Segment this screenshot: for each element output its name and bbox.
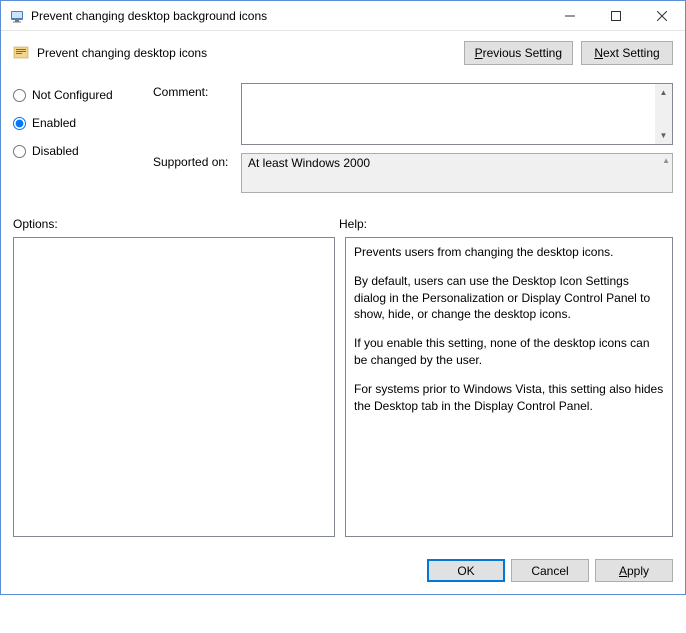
- scroll-down-icon[interactable]: ▼: [655, 127, 672, 144]
- options-label: Options:: [13, 217, 339, 231]
- help-p2: By default, users can use the Desktop Ic…: [354, 273, 664, 323]
- scroll-up-small-icon: ▲: [662, 156, 670, 165]
- maximize-button[interactable]: [593, 1, 639, 31]
- help-p4: For systems prior to Windows Vista, this…: [354, 381, 664, 415]
- radio-not-configured-input[interactable]: [13, 89, 26, 102]
- window-title: Prevent changing desktop background icon…: [31, 9, 547, 23]
- minimize-button[interactable]: [547, 1, 593, 31]
- comment-value: [242, 84, 672, 88]
- scroll-up-icon[interactable]: ▲: [655, 84, 672, 101]
- help-p3: If you enable this setting, none of the …: [354, 335, 664, 369]
- ok-button[interactable]: OK: [427, 559, 505, 582]
- help-p1: Prevents users from changing the desktop…: [354, 244, 664, 261]
- app-icon: [9, 8, 25, 24]
- radio-not-configured[interactable]: Not Configured: [13, 83, 153, 107]
- titlebar: Prevent changing desktop background icon…: [1, 1, 685, 31]
- cancel-button[interactable]: Cancel: [511, 559, 589, 582]
- footer: OK Cancel Apply: [1, 547, 685, 594]
- radio-disabled-label: Disabled: [32, 144, 79, 158]
- supported-on-box: At least Windows 2000 ▲: [241, 153, 673, 193]
- policy-title: Prevent changing desktop icons: [37, 46, 456, 60]
- radio-not-configured-label: Not Configured: [32, 88, 113, 102]
- dialog-window: Prevent changing desktop background icon…: [0, 0, 686, 595]
- supported-label: Supported on:: [153, 153, 241, 193]
- options-pane: [13, 237, 335, 537]
- next-setting-button[interactable]: Next Setting: [581, 41, 673, 65]
- comment-textarea[interactable]: ▲ ▼: [241, 83, 673, 145]
- comment-scrollbar[interactable]: ▲ ▼: [655, 84, 672, 144]
- radio-disabled[interactable]: Disabled: [13, 139, 153, 163]
- radio-enabled-label: Enabled: [32, 116, 76, 130]
- policy-icon: [13, 45, 29, 61]
- supported-on-value: At least Windows 2000: [242, 154, 672, 172]
- previous-setting-button[interactable]: Previous Setting: [464, 41, 573, 65]
- radio-disabled-input[interactable]: [13, 145, 26, 158]
- help-pane: Prevents users from changing the desktop…: [345, 237, 673, 537]
- radio-enabled-input[interactable]: [13, 117, 26, 130]
- close-button[interactable]: [639, 1, 685, 31]
- radio-enabled[interactable]: Enabled: [13, 111, 153, 135]
- apply-button[interactable]: Apply: [595, 559, 673, 582]
- comment-label: Comment:: [153, 83, 241, 145]
- help-label: Help:: [339, 217, 367, 231]
